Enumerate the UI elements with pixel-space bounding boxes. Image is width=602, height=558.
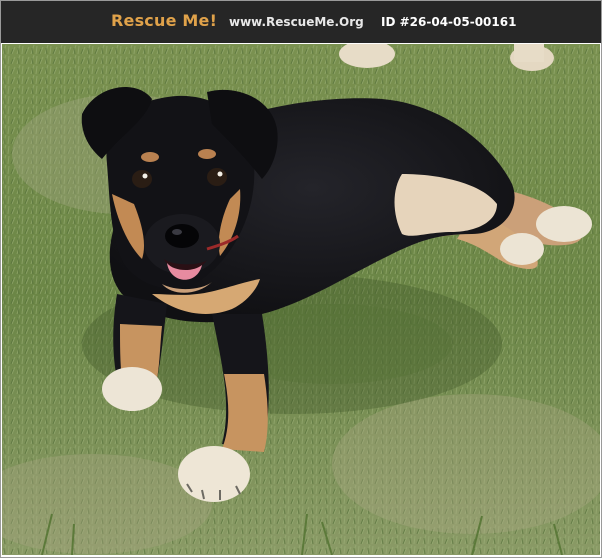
left-eye (132, 170, 152, 188)
hind-paw (536, 206, 592, 242)
brand-logo: Rescue Me! (111, 11, 218, 30)
site-url: www.RescueMe.Org (229, 15, 364, 29)
hind-paw (500, 233, 544, 265)
front-paw (102, 367, 162, 411)
right-eye (207, 168, 227, 186)
nose (165, 224, 199, 248)
listing-frame: Rescue Me! www.RescueMe.Org ID #26-04-05… (0, 0, 602, 558)
pet-id: ID #26-04-05-00161 (381, 15, 517, 29)
site-header: Rescue Me! www.RescueMe.Org ID #26-04-05… (1, 1, 601, 43)
pet-photo (2, 44, 600, 555)
